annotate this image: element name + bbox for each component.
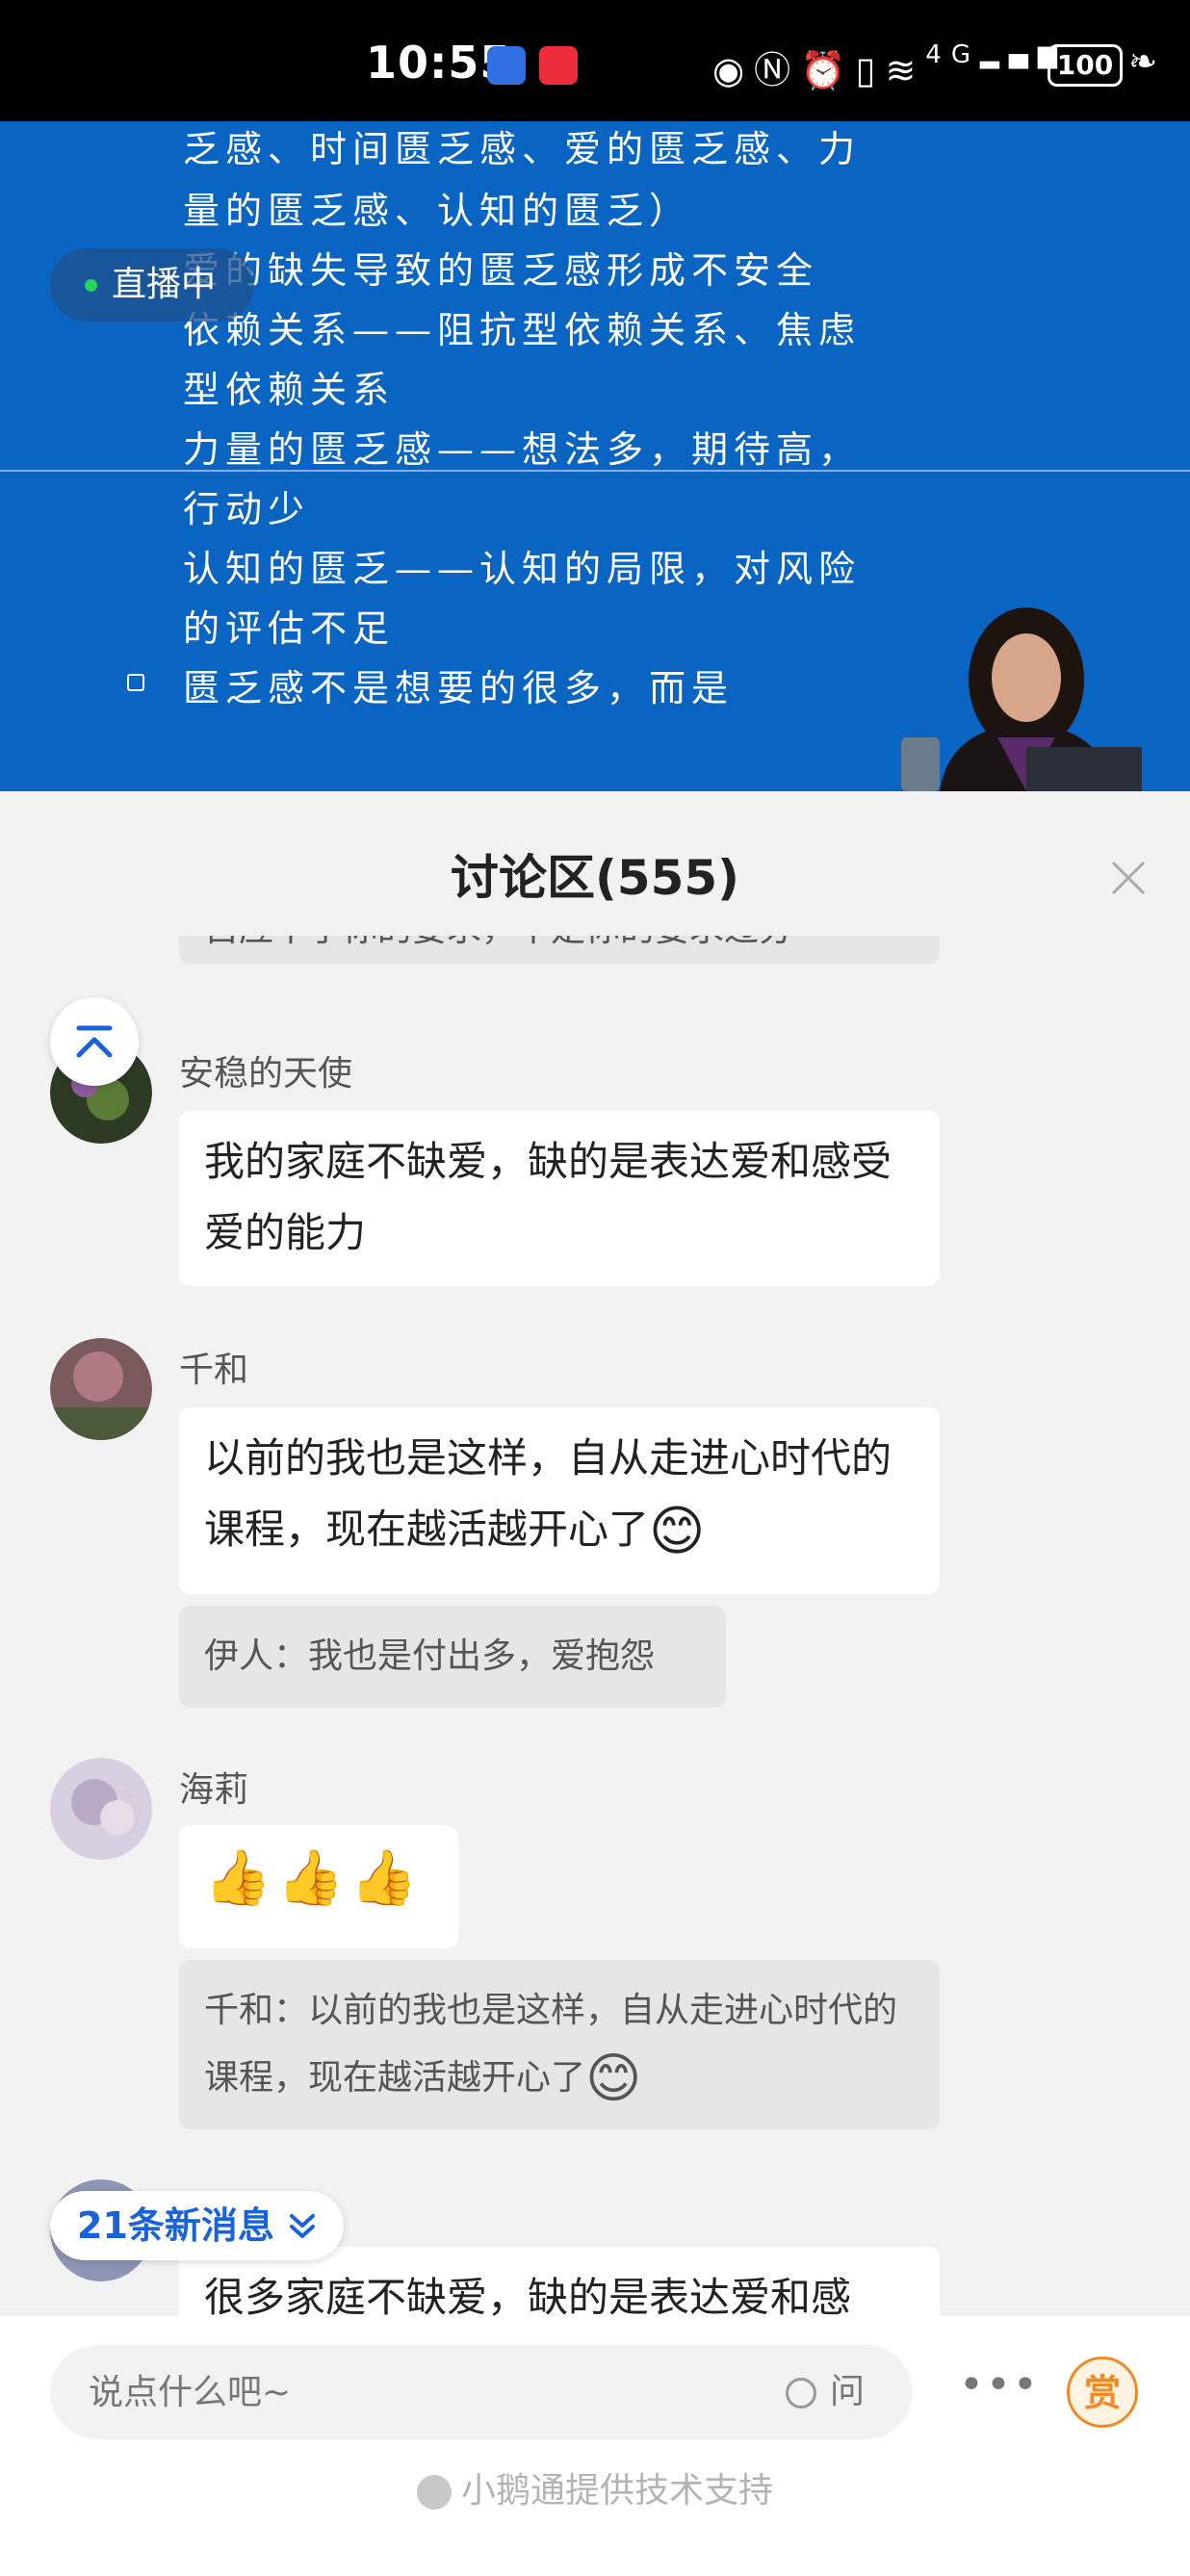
more-options-button[interactable]: •••	[959, 2358, 1038, 2426]
new-messages-label: 21条新消息	[77, 2204, 274, 2247]
avatar[interactable]	[50, 1758, 152, 1860]
message-text: 我的家庭不缺爱，缺的是表达爱和感受爱的能力	[204, 1138, 892, 1256]
live-badge-label: 直播中	[112, 265, 217, 304]
message-text: 以前的我也是这样，自从走进心时代的课程，现在越活越开心了	[204, 1434, 892, 1553]
quote-box: 伊人：我也是付出多，爱抱怨	[179, 1606, 726, 1708]
slide-line: 力量的匮乏感——想法多，期待高，	[183, 428, 862, 471]
message-bubble[interactable]: 我的家庭不缺爱，缺的是表达爱和感受爱的能力	[179, 1111, 940, 1286]
live-video[interactable]: 乏感、时间匮乏感、爱的匮乏感、力 量的匮乏感、认知的匮乏） 爱的缺失导致的匮乏感…	[0, 121, 1190, 791]
powered-by: 小鹅通提供技术支持	[0, 2462, 1190, 2512]
message-bubble[interactable]: 👍👍👍	[179, 1825, 458, 1948]
status-bar: 10:55 ◉Ⓝ⏰▯≋4G▂▄▆ 100 ❧	[0, 0, 1190, 121]
slide-line: 乏感、时间匮乏感、爱的匮乏感、力	[183, 128, 862, 170]
slide-line: 认知的匮乏——认知的局限，对风险	[183, 548, 862, 590]
bottom-bar: 问 ••• 赏 小鹅通提供技术支持	[0, 2316, 1190, 2576]
signal-icon: 4G▂▄▆	[925, 40, 1067, 69]
wifi-icon: ≋	[885, 49, 926, 91]
scroll-top-icon	[76, 1025, 113, 1058]
more-dots-icon: •••	[959, 2360, 1040, 2409]
slide-line: 爱的缺失导致的匮乏感形成不安全	[183, 249, 819, 292]
reward-button[interactable]: 赏	[1067, 2357, 1138, 2428]
slide-divider	[0, 470, 1190, 472]
eye-icon: ◉	[712, 49, 755, 91]
quote-box: 自应不了你的要求，不是你的要求过分	[179, 936, 940, 965]
battery-icon: 100	[1048, 44, 1123, 87]
xiaoetong-logo-icon	[416, 2475, 452, 2510]
slide-line: 的评估不足	[183, 607, 396, 650]
slide-line: 量的匮乏感、认知的匮乏）	[183, 190, 692, 232]
close-icon[interactable]	[1107, 857, 1150, 899]
avatar[interactable]	[50, 1338, 152, 1440]
message-bubble[interactable]: 以前的我也是这样，自从走进心时代的课程，现在越活越开心了😊	[179, 1407, 940, 1594]
live-dot-icon	[85, 279, 97, 292]
smile-emoji-icon: 😊	[585, 2048, 642, 2110]
scroll-to-top-button[interactable]	[50, 997, 139, 1086]
app-notification-icon	[487, 46, 526, 85]
chat-input[interactable]	[50, 2345, 913, 2439]
message-text: 很多家庭不缺爱，缺的是表达爱和感	[204, 2274, 852, 2316]
thumbs-up-emoji-icon: 👍👍👍	[204, 1846, 424, 1910]
ask-question-toggle[interactable]: 问	[786, 2368, 865, 2416]
status-icons: ◉Ⓝ⏰▯≋4G▂▄▆	[712, 40, 1067, 93]
discussion-title: 讨论区(555)	[450, 850, 740, 906]
quote-text: 伊人：我也是付出多，爱抱怨	[204, 1636, 656, 1676]
slide-line: 型依赖关系	[183, 369, 396, 411]
ask-label: 问	[830, 2372, 866, 2411]
quote-text: 千和：以前的我也是这样，自从走进心时代的课程，现在越活越开心了	[204, 1991, 898, 2098]
username: 海莉	[179, 1770, 249, 1810]
leaf-icon: ❧	[1128, 42, 1158, 82]
slide-line: 行动少	[183, 488, 311, 530]
quote-box: 千和：以前的我也是这样，自从走进心时代的课程，现在越活越开心了😊	[179, 1960, 940, 2129]
discussion-header: 讨论区(555)	[0, 791, 1190, 936]
alarm-icon: ⏰	[800, 49, 856, 91]
powered-by-text: 小鹅通提供技术支持	[460, 2471, 773, 2511]
nfc-icon: Ⓝ	[754, 49, 801, 91]
username: 安稳的天使	[179, 1054, 353, 1094]
huawei-app-icon	[539, 46, 578, 85]
reward-label: 赏	[1083, 2372, 1121, 2414]
vibrate-icon: ▯	[855, 49, 886, 91]
new-messages-button[interactable]: 21条新消息	[50, 2191, 344, 2260]
quote-text: 自应不了你的要求，不是你的要求过分	[204, 936, 793, 949]
slide-bullet-icon	[127, 674, 144, 691]
presenter-video	[882, 603, 1142, 791]
smile-emoji-icon: 😊	[649, 1500, 706, 1563]
slide-line: 匮乏感不是想要的很多，而是	[183, 667, 735, 709]
double-chevron-down-icon	[289, 2214, 315, 2238]
live-badge: 直播中	[50, 248, 255, 322]
radio-icon	[786, 2378, 816, 2409]
message-list[interactable]: 自应不了你的要求，不是你的要求过分 安稳的天使 我的家庭不缺爱，缺的是表达爱和感…	[0, 936, 1190, 2316]
username: 千和	[179, 1351, 249, 1390]
slide-line: 依赖关系——阻抗型依赖关系、焦虑	[183, 309, 862, 351]
